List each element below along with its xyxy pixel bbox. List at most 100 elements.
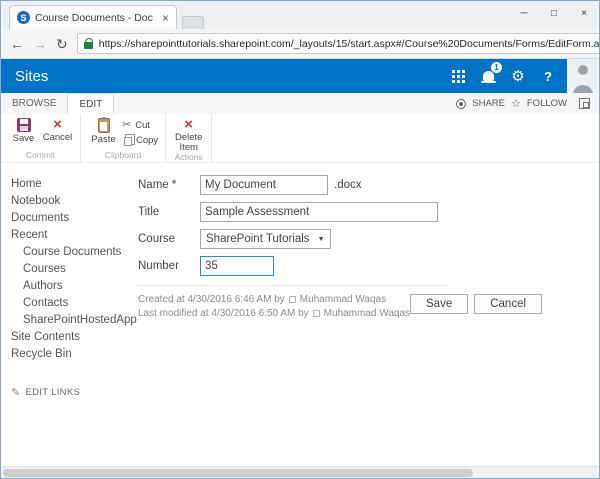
settings-button[interactable]: ⚙ [503, 59, 533, 93]
quick-launch-nav: Home Notebook Documents Recent Course Do… [1, 175, 139, 400]
save-button[interactable]: Save [8, 116, 39, 144]
tab-close-icon[interactable]: × [162, 12, 169, 24]
sites-title[interactable]: Sites [15, 68, 48, 85]
suite-bar-actions: 1 ⚙ ? [443, 59, 599, 93]
form-cancel-button[interactable]: Cancel [474, 294, 543, 314]
created-by-name[interactable]: Muhammad Waqas [300, 294, 386, 305]
sidebar-item-courses[interactable]: Courses [11, 260, 139, 277]
modified-text: Last modified at 4/30/2016 6:50 AM by [138, 308, 309, 319]
cut-icon: ✂ [122, 119, 132, 131]
edit-links-label: EDIT LINKS [25, 387, 81, 398]
horizontal-scrollbar[interactable] [1, 466, 599, 478]
group-label-commit: Commit [25, 150, 56, 160]
cancel-label: Cancel [42, 132, 73, 143]
presence-icon [288, 296, 296, 303]
refresh-button[interactable]: ↻ [56, 37, 68, 51]
scrollbar-thumb[interactable] [3, 469, 473, 477]
paste-button[interactable]: Paste [88, 116, 119, 145]
ribbon-tab-row: BROWSE EDIT SHARE ☆ FOLLOW [1, 93, 599, 114]
follow-star-icon: ☆ [511, 98, 521, 110]
share-button[interactable]: SHARE [472, 98, 505, 109]
focus-on-content-icon[interactable] [579, 98, 590, 109]
help-button[interactable]: ? [533, 59, 563, 93]
maximize-button[interactable]: □ [539, 1, 569, 25]
notifications-button[interactable]: 1 [473, 59, 503, 93]
name-field-label: Name * [138, 179, 177, 191]
tab-title: Course Documents - Doc [35, 11, 153, 24]
chevron-down-icon: ▼ [317, 235, 325, 243]
sharepoint-favicon-icon: S [17, 11, 30, 24]
ribbon-group-clipboard: Paste ✂ Cut Copy Clipboard [81, 114, 167, 162]
edit-form: Name * .docx Title Course SharePoint Tut… [138, 175, 543, 322]
form-save-button[interactable]: Save [410, 294, 469, 314]
sidebar-item-recycle-bin[interactable]: Recycle Bin [11, 345, 139, 362]
number-field-label: Number [138, 260, 179, 272]
ribbon-group-actions: × Delete Item Actions [166, 114, 213, 162]
save-icon [16, 118, 31, 132]
forward-button[interactable]: → [33, 37, 47, 51]
app-launcher-button[interactable] [443, 59, 473, 93]
name-extension-suffix: .docx [334, 179, 362, 191]
delete-item-label: Delete Item [174, 132, 203, 153]
sidebar-item-contacts[interactable]: Contacts [11, 294, 139, 311]
help-icon: ? [544, 68, 552, 84]
presence-icon [312, 310, 320, 317]
url-text: https://sharepointtutorials.sharepoint.c… [98, 37, 600, 50]
close-button[interactable]: × [569, 1, 599, 25]
modified-by-name[interactable]: Muhammad Waqas [324, 308, 410, 319]
cancel-icon: × [53, 116, 62, 133]
minimize-button[interactable]: ─ [509, 1, 539, 25]
tab-edit[interactable]: EDIT [67, 93, 115, 114]
sidebar-item-documents[interactable]: Documents [11, 209, 139, 226]
sidebar-item-notebook[interactable]: Notebook [11, 192, 139, 209]
address-bar[interactable]: https://sharepointtutorials.sharepoint.c… [76, 33, 600, 54]
title-input[interactable] [200, 202, 438, 222]
window-controls: ─ □ × [509, 1, 599, 25]
delete-icon: × [184, 116, 194, 133]
sidebar-item-home[interactable]: Home [11, 175, 139, 192]
pencil-icon: ✎ [11, 387, 21, 399]
suite-bar: Sites 1 ⚙ ? [1, 59, 599, 93]
ribbon-group-commit: Save × Cancel Commit [1, 114, 81, 162]
tab-strip: S Course Documents - Doc × ─ □ × [1, 1, 599, 29]
sidebar-item-authors[interactable]: Authors [11, 277, 139, 294]
number-input[interactable] [200, 256, 274, 276]
follow-button[interactable]: FOLLOW [527, 98, 567, 109]
group-label-clipboard: Clipboard [104, 150, 142, 160]
save-label: Save [12, 133, 35, 144]
edit-links-button[interactable]: ✎ EDIT LINKS [11, 386, 139, 399]
form-footer: Created at 4/30/2016 6:46 AM by Muhammad… [138, 285, 543, 322]
paste-icon [97, 117, 110, 133]
copy-label: Copy [136, 135, 159, 146]
ribbon-toolbar: Save × Cancel Commit Paste ✂ Cut Copy Cl… [1, 114, 599, 163]
course-select[interactable]: SharePoint Tutorials ▼ [200, 229, 331, 249]
app-launcher-icon [451, 69, 465, 83]
delete-item-button[interactable]: × Delete Item [173, 116, 204, 152]
secure-lock-icon [83, 37, 94, 49]
browser-tab[interactable]: S Course Documents - Doc × [9, 5, 177, 29]
sidebar-item-recent[interactable]: Recent [11, 226, 139, 243]
share-icon [456, 98, 467, 109]
sidebar-item-site-contents[interactable]: Site Contents [11, 328, 139, 345]
user-avatar[interactable] [567, 59, 599, 93]
cut-label: Cut [135, 120, 151, 131]
cancel-button[interactable]: × Cancel [42, 116, 73, 143]
new-tab-button[interactable] [182, 16, 204, 29]
item-metadata: Created at 4/30/2016 6:46 AM by Muhammad… [138, 294, 410, 322]
created-text: Created at 4/30/2016 6:46 AM by [138, 294, 285, 305]
cut-button[interactable]: ✂ Cut [122, 119, 158, 132]
notification-badge: 1 [491, 62, 502, 73]
copy-button[interactable]: Copy [122, 135, 158, 146]
sidebar-item-course-documents[interactable]: Course Documents [11, 243, 139, 260]
course-field-label: Course [138, 233, 176, 245]
name-input[interactable] [200, 175, 328, 195]
gear-icon: ⚙ [511, 67, 525, 85]
back-button[interactable]: ← [10, 37, 24, 51]
course-selected-value: SharePoint Tutorials [206, 233, 310, 245]
paste-label: Paste [91, 134, 116, 145]
copy-icon [124, 137, 132, 146]
sidebar-item-sharepointhostedapp[interactable]: SharePointHostedApp [11, 311, 139, 328]
tab-browse[interactable]: BROWSE [1, 93, 67, 114]
page-content: Home Notebook Documents Recent Course Do… [1, 163, 599, 466]
browser-window: S Course Documents - Doc × ─ □ × ← → ↻ h… [0, 0, 600, 479]
